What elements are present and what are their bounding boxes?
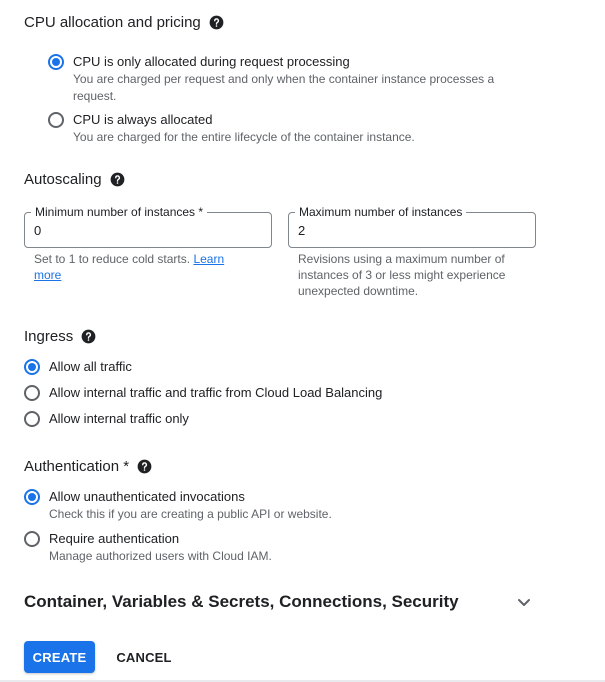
cpu-request-desc: You are charged per request and only whe… — [73, 72, 495, 103]
cpu-option-request[interactable]: CPU is only allocated during request pro… — [48, 53, 518, 105]
create-button[interactable]: CREATE — [24, 641, 95, 673]
max-instances-hint: Revisions using a maximum number of inst… — [298, 252, 506, 298]
cpu-section-title-text: CPU allocation and pricing — [24, 14, 201, 31]
min-instances-input[interactable] — [34, 223, 234, 238]
cpu-section-title: CPU allocation and pricing — [24, 14, 224, 31]
ingress-internal-lb-radio[interactable] — [24, 385, 40, 401]
autoscaling-title-text: Autoscaling — [24, 171, 102, 188]
advanced-settings-title: Container, Variables & Secrets, Connecti… — [24, 592, 459, 611]
cpu-option-always[interactable]: CPU is always allocated You are charged … — [48, 111, 518, 146]
auth-require-label: Require authentication — [49, 531, 180, 546]
chevron-down-icon[interactable] — [512, 590, 536, 614]
ingress-option-internal[interactable]: Allow internal traffic only — [24, 410, 189, 428]
auth-option-unauthenticated[interactable]: Allow unauthenticated invocations Check … — [24, 488, 332, 523]
cpu-always-radio[interactable] — [48, 112, 64, 128]
help-icon[interactable] — [137, 459, 152, 474]
max-instances-field[interactable]: Maximum number of instances — [288, 205, 536, 248]
ingress-title-text: Ingress — [24, 328, 74, 345]
auth-require-radio[interactable] — [24, 531, 40, 547]
ingress-internal-radio[interactable] — [24, 411, 40, 427]
cpu-request-radio[interactable] — [48, 54, 64, 70]
autoscaling-section-title: Autoscaling — [24, 171, 125, 188]
cpu-always-desc: You are charged for the entire lifecycle… — [73, 130, 415, 144]
auth-unauthenticated-radio[interactable] — [24, 489, 40, 505]
auth-option-require[interactable]: Require authentication Manage authorized… — [24, 530, 272, 565]
cpu-request-label: CPU is only allocated during request pro… — [73, 54, 350, 69]
max-instances-label: Maximum number of instances — [295, 205, 467, 219]
ingress-internal-label: Allow internal traffic only — [49, 411, 189, 426]
min-instances-label: Minimum number of instances * — [31, 205, 208, 219]
min-instances-hint-text: Set to 1 to reduce cold starts. — [34, 252, 191, 266]
min-instances-hint: Set to 1 to reduce cold starts. Learn mo… — [34, 251, 249, 283]
ingress-internal-lb-label: Allow internal traffic and traffic from … — [49, 385, 383, 400]
ingress-section-title: Ingress — [24, 328, 96, 345]
help-icon[interactable] — [81, 329, 96, 344]
help-icon[interactable] — [209, 15, 224, 30]
advanced-settings-expander[interactable]: Container, Variables & Secrets, Connecti… — [24, 589, 536, 615]
auth-unauthenticated-label: Allow unauthenticated invocations — [49, 489, 245, 504]
auth-unauthenticated-desc: Check this if you are creating a public … — [49, 507, 332, 521]
auth-require-desc: Manage authorized users with Cloud IAM. — [49, 549, 272, 563]
ingress-all-radio[interactable] — [24, 359, 40, 375]
ingress-option-internal-lb[interactable]: Allow internal traffic and traffic from … — [24, 384, 382, 402]
authentication-title-text: Authentication * — [24, 458, 130, 475]
max-instances-input[interactable] — [298, 223, 498, 238]
authentication-section-title: Authentication * — [24, 458, 152, 475]
ingress-all-label: Allow all traffic — [49, 359, 132, 374]
ingress-option-all[interactable]: Allow all traffic — [24, 358, 132, 376]
min-instances-field[interactable]: Minimum number of instances * — [24, 205, 272, 248]
cpu-always-label: CPU is always allocated — [73, 112, 213, 127]
help-icon[interactable] — [110, 172, 125, 187]
cancel-button[interactable]: CANCEL — [108, 641, 180, 673]
